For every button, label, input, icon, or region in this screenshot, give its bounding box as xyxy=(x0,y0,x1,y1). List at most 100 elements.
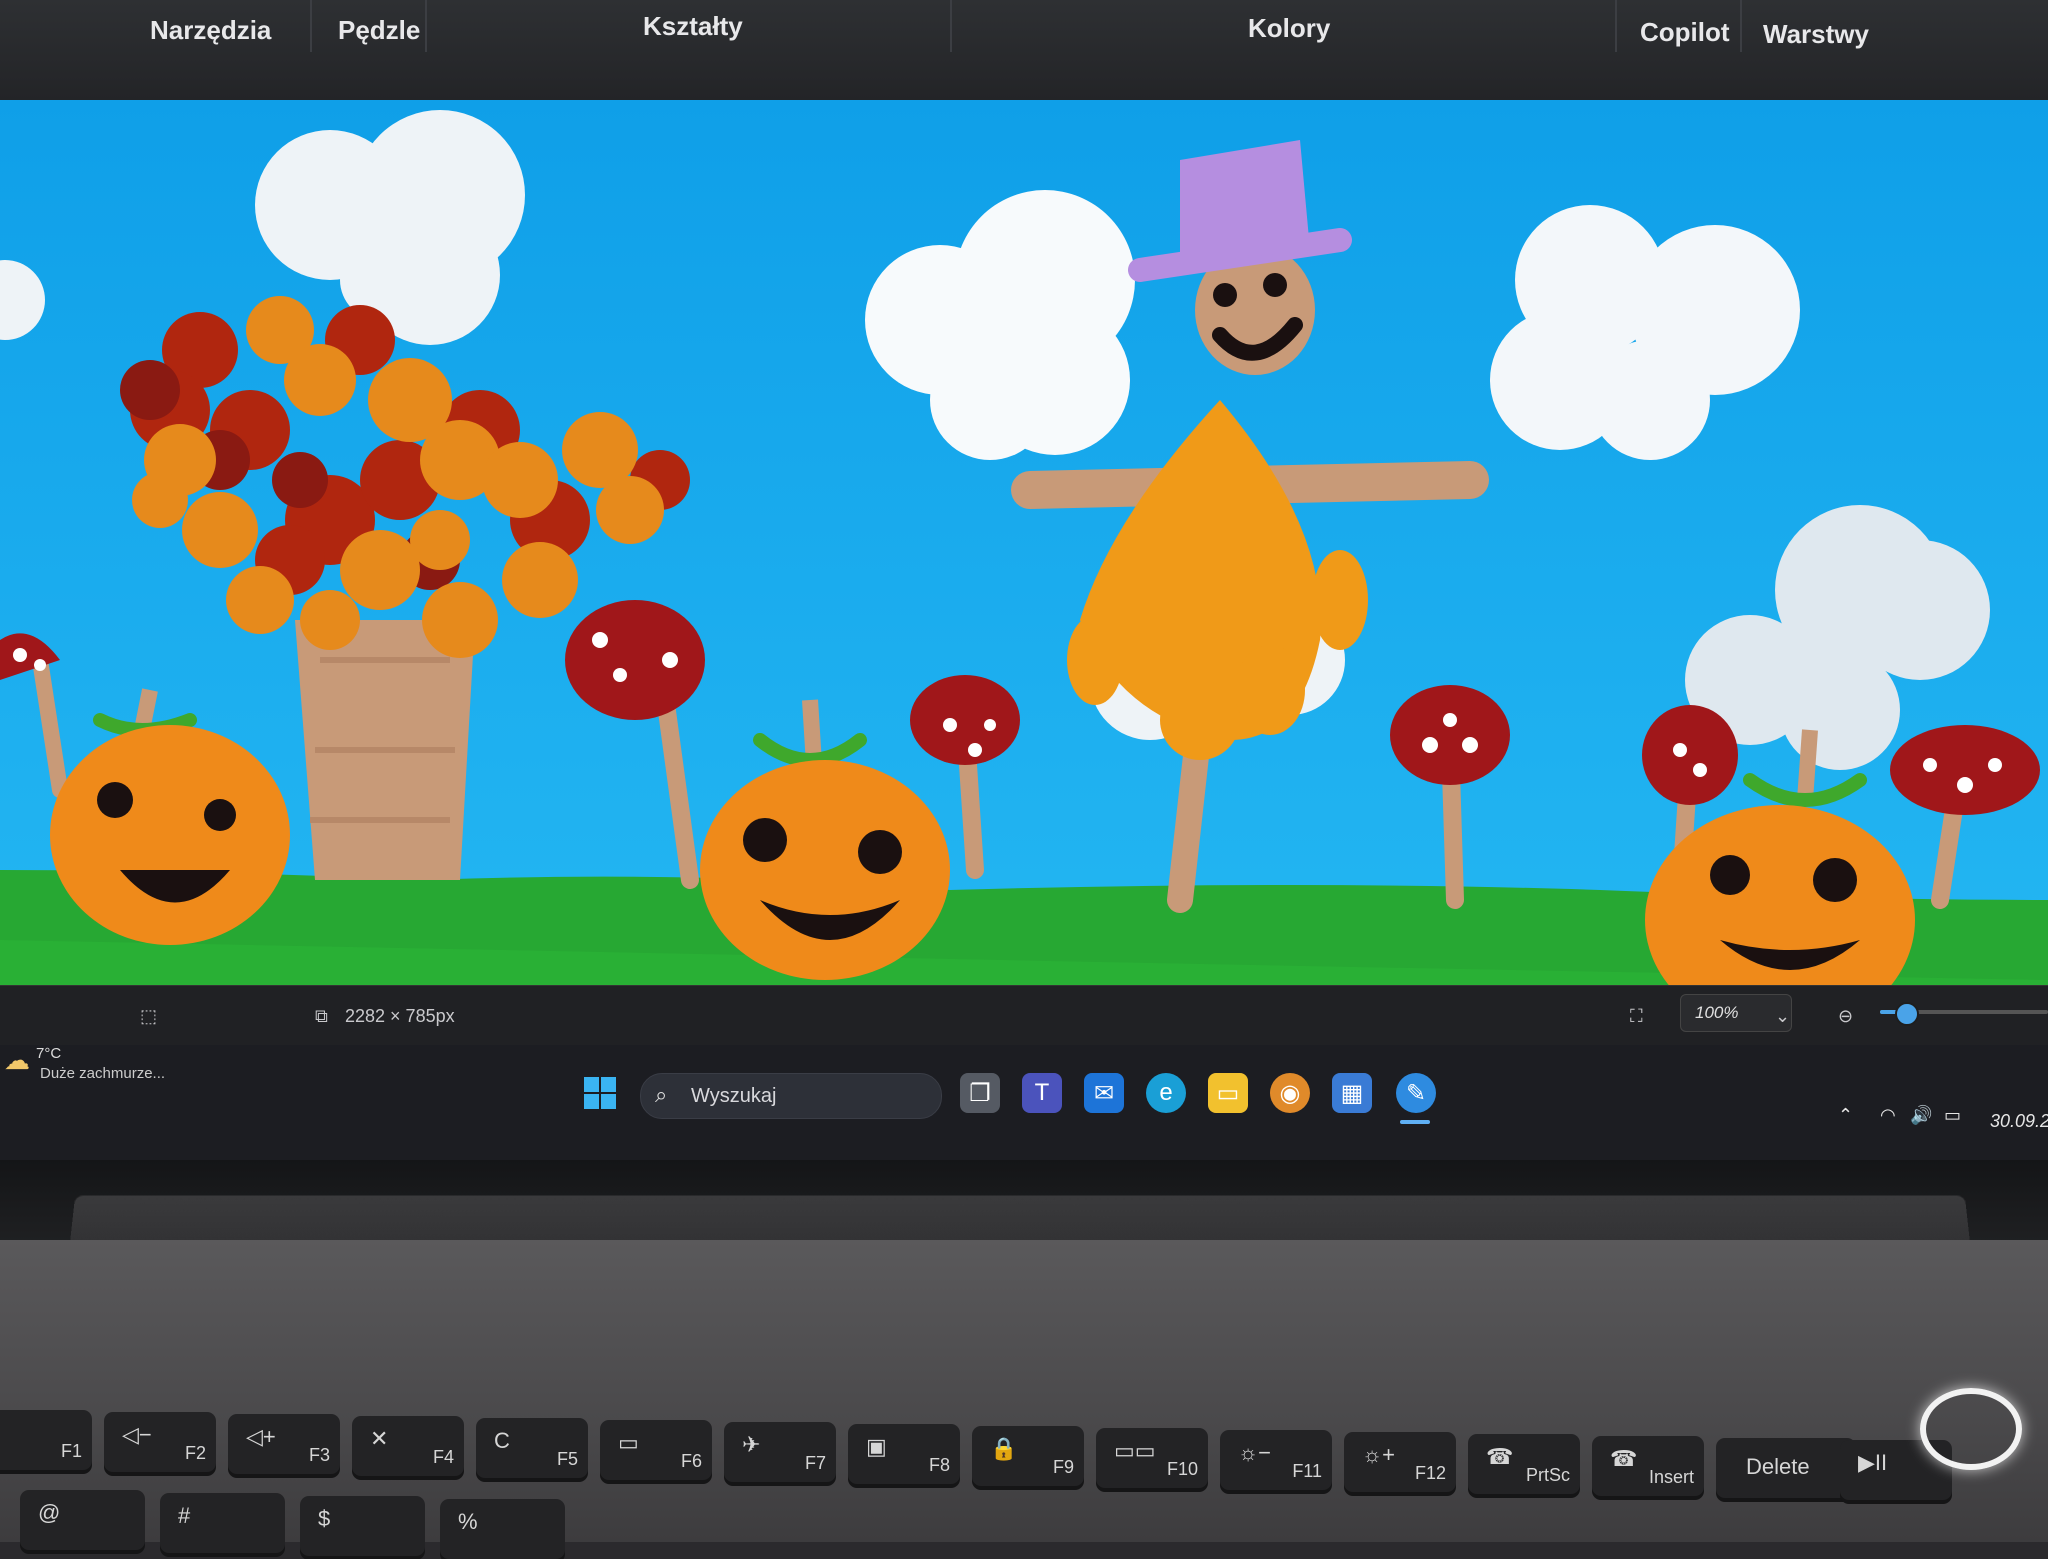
active-app-indicator xyxy=(1400,1120,1430,1124)
canvas-artwork xyxy=(0,100,2048,1040)
key-glyph: ✈ xyxy=(742,1432,761,1457)
fit-to-window-icon[interactable]: ⛶ xyxy=(1630,1004,1643,1028)
zoom-out-icon[interactable]: ⊖ xyxy=(1838,1004,1853,1028)
key-label: F6 xyxy=(680,1451,702,1471)
key-f6[interactable]: ▭ F6 xyxy=(600,1420,712,1480)
chevron-down-icon[interactable]: ⌄ xyxy=(1775,1004,1790,1028)
search-box[interactable]: ⌕ Wyszukaj xyxy=(640,1073,942,1119)
key-insert[interactable]: ☎ Insert xyxy=(1592,1436,1704,1496)
tools-menu[interactable]: Narzędzia xyxy=(150,10,271,50)
cloud-sun-icon: ☁ xyxy=(4,1045,30,1075)
weather-desc: Duże zachmurze... xyxy=(40,1065,166,1082)
search-placeholder: Wyszukaj xyxy=(691,1085,777,1107)
key-label: Delete xyxy=(1746,1454,1810,1479)
key-symbol[interactable]: # xyxy=(160,1493,285,1553)
wifi-icon[interactable]: ◠ xyxy=(1880,1105,1896,1126)
key-f4[interactable]: ✕ F4 xyxy=(352,1416,464,1476)
key-f7[interactable]: ✈ F7 xyxy=(724,1422,836,1482)
task-view-icon[interactable]: ❐ xyxy=(960,1073,1000,1113)
key-label: F10 xyxy=(1166,1459,1198,1479)
windows-taskbar: ☁ 7°C Duże zachmurze... ⌕ Wyszukaj ❐ T ✉… xyxy=(0,1045,2048,1160)
toolbar-divider xyxy=(950,0,952,52)
store-icon[interactable]: ▦ xyxy=(1332,1073,1372,1113)
key-symbol[interactable]: % xyxy=(440,1499,565,1559)
key-label: PrtSc xyxy=(1525,1465,1570,1485)
key-glyph: # xyxy=(178,1503,191,1528)
drawing-canvas[interactable] xyxy=(0,100,2048,1040)
key-glyph: ✕ xyxy=(370,1426,389,1451)
status-bar: ⬚ ⧉ 2282 × 785px ⛶ 100% ⌄ ⊖ xyxy=(0,985,2048,1046)
key-glyph: ◁− xyxy=(122,1422,152,1447)
key-label: F12 xyxy=(1414,1463,1446,1483)
key-label: Insert xyxy=(1648,1467,1694,1487)
tray-date[interactable]: 30.09.2 xyxy=(1990,1111,2048,1132)
key-label: F8 xyxy=(928,1455,950,1475)
chevron-up-icon[interactable]: ⌃ xyxy=(1838,1105,1853,1126)
weather-widget[interactable]: ☁ 7°C Duże zachmurze... xyxy=(0,1045,200,1115)
paint-toolbar: Narzędzia Pędzle Kształty Kolory Copilot… xyxy=(0,0,2048,101)
canvas-size-icon: ⧉ xyxy=(315,1006,328,1026)
key-label: F7 xyxy=(804,1453,826,1473)
teams-icon[interactable]: T xyxy=(1022,1073,1062,1113)
toolbar-divider xyxy=(425,0,427,52)
key-glyph: ▭▭ xyxy=(1114,1438,1156,1463)
key-prtsc[interactable]: ☎ PrtSc xyxy=(1468,1434,1580,1494)
key-f10[interactable]: ▭▭ F10 xyxy=(1096,1428,1208,1488)
windows-start-icon[interactable] xyxy=(580,1073,620,1113)
search-icon: ⌕ xyxy=(655,1082,668,1107)
key-f2[interactable]: ◁− F2 xyxy=(104,1412,216,1472)
key-glyph: ▣ xyxy=(866,1434,887,1459)
copilot-button[interactable]: Copilot xyxy=(1640,12,1730,52)
key-f3[interactable]: ◁+ F3 xyxy=(228,1414,340,1474)
key-glyph: @ xyxy=(38,1500,61,1525)
paint-icon[interactable]: ✎ xyxy=(1396,1073,1436,1113)
toolbar-divider xyxy=(310,0,312,52)
canvas-size: 2282 × 785px xyxy=(345,1006,455,1026)
key-label: F1 xyxy=(60,1441,82,1461)
chrome-canary-icon[interactable]: ◉ xyxy=(1270,1073,1310,1113)
toolbar-divider xyxy=(1615,0,1617,52)
key-glyph: ☎ xyxy=(1486,1444,1514,1469)
laptop-screen: Narzędzia Pędzle Kształty Kolory Copilot… xyxy=(0,0,2048,1160)
key-glyph: $ xyxy=(318,1506,331,1531)
brushes-menu[interactable]: Pędzle xyxy=(338,10,420,50)
key-f5[interactable]: C F5 xyxy=(476,1418,588,1478)
key-f8[interactable]: ▣ F8 xyxy=(848,1424,960,1484)
key-f9[interactable]: 🔒 F9 xyxy=(972,1426,1084,1486)
key-glyph: C xyxy=(494,1428,510,1453)
key-label: F11 xyxy=(1292,1461,1322,1481)
key-glyph: ☼+ xyxy=(1362,1442,1396,1467)
key-glyph: ▭ xyxy=(618,1430,639,1455)
system-tray: ⌃ ◠ 🔊 ▭ 30.09.2 xyxy=(1830,1105,2048,1145)
key-glyph: ◁+ xyxy=(246,1424,276,1449)
shapes-menu[interactable]: Kształty xyxy=(643,6,743,46)
key-label: F4 xyxy=(432,1447,454,1467)
key-f11[interactable]: ☼− F11 xyxy=(1220,1430,1332,1490)
key-delete[interactable]: Delete xyxy=(1716,1438,1856,1498)
mail-icon[interactable]: ✉ xyxy=(1084,1073,1124,1113)
file-explorer-icon[interactable]: ▭ xyxy=(1208,1073,1248,1113)
zoom-slider[interactable] xyxy=(1880,1002,2048,1026)
key-f1[interactable]: F1 xyxy=(0,1410,92,1470)
power-button-icon[interactable] xyxy=(1920,1388,2022,1470)
zoom-slider-handle[interactable] xyxy=(1895,1002,1920,1026)
key-label: F5 xyxy=(556,1449,578,1469)
key-glyph: % xyxy=(458,1509,478,1534)
select-icon: ⬚ xyxy=(140,1006,158,1026)
volume-icon[interactable]: 🔊 xyxy=(1910,1105,1932,1126)
edge-icon[interactable]: e xyxy=(1146,1073,1186,1113)
weather-temp: 7°C xyxy=(36,1045,62,1062)
key-label: F2 xyxy=(184,1443,206,1463)
key-symbol[interactable]: $ xyxy=(300,1496,425,1556)
key-glyph: ▶II xyxy=(1858,1450,1888,1475)
key-label: F3 xyxy=(308,1445,330,1465)
battery-icon[interactable]: ▭ xyxy=(1944,1105,1961,1126)
colors-menu[interactable]: Kolory xyxy=(1248,8,1330,48)
layers-button[interactable]: Warstwy xyxy=(1763,14,1869,54)
toolbar-divider xyxy=(1740,0,1742,52)
key-f12[interactable]: ☼+ F12 xyxy=(1344,1432,1456,1492)
key-glyph: 🔒 xyxy=(990,1436,1018,1461)
key-symbol[interactable]: @ xyxy=(20,1490,145,1550)
key-label: F9 xyxy=(1052,1457,1074,1477)
key-glyph: ☎ xyxy=(1610,1446,1638,1471)
